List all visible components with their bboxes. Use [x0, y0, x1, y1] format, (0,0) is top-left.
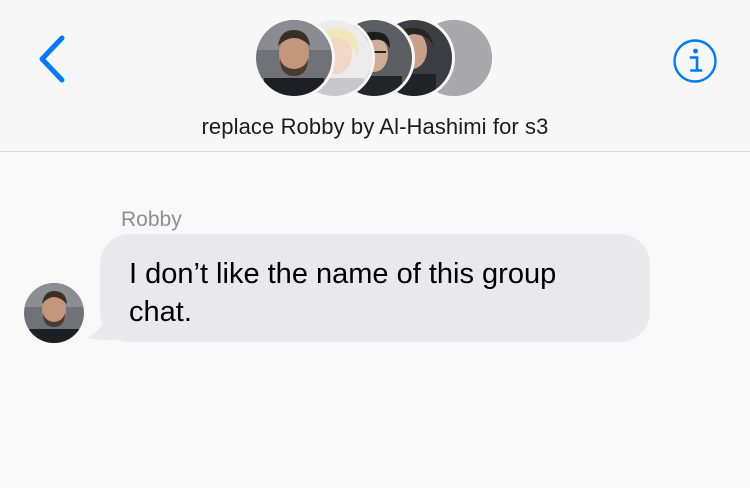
message-thread[interactable]: Robby I don’t like the name of this grou…	[0, 152, 750, 488]
message-bubble-wrap: I don’t like the name of this group chat…	[86, 234, 656, 344]
message-bubble[interactable]: I don’t like the name of this group chat…	[100, 234, 650, 342]
back-button[interactable]	[30, 34, 74, 84]
sender-name: Robby	[121, 208, 182, 231]
info-icon	[673, 39, 717, 83]
chevron-left-icon	[39, 35, 65, 83]
sender-avatar[interactable]	[24, 283, 84, 343]
group-name[interactable]: replace Robby by Al-Hashimi for s3	[0, 114, 750, 140]
conversation-header: replace Robby by Al-Hashimi for s3	[0, 0, 750, 152]
participant-avatar	[253, 17, 335, 99]
info-button[interactable]	[672, 38, 718, 84]
group-avatar-stack[interactable]	[253, 17, 498, 99]
